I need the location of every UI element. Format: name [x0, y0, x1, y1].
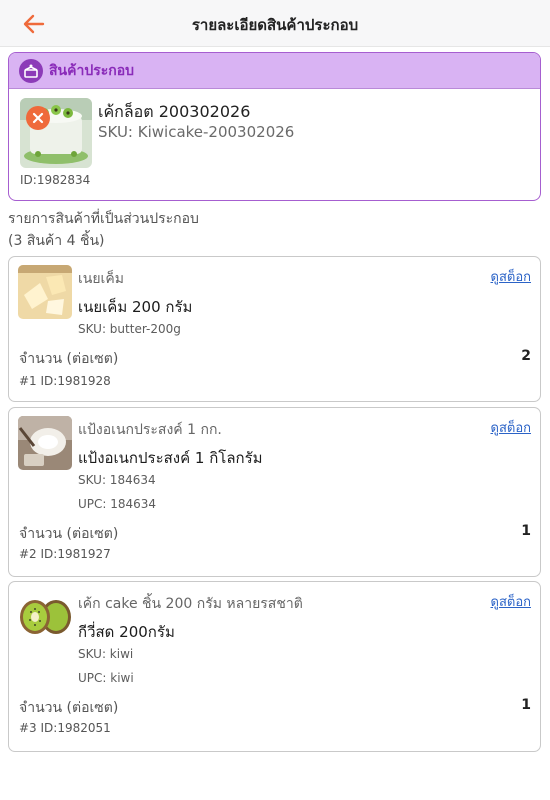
components-count: (3 สินค้า 4 ชิ้น) [8, 233, 105, 249]
bundle-box-icon [19, 58, 43, 83]
components-section-title: รายการสินค้าที่เป็นส่วนประกอบ (3 สินค้า … [8, 208, 199, 252]
quantity-value: 1 [521, 523, 531, 539]
component-image [18, 265, 72, 319]
bundle-header: สินค้าประกอบ [9, 53, 540, 89]
component-name: กีวี่สด 200กรัม [78, 623, 175, 641]
component-card[interactable]: เนยเค็ม เนยเค็ม 200 กรัม SKU: butter-200… [8, 256, 541, 402]
components-title-line: รายการสินค้าที่เป็นส่วนประกอบ [8, 211, 199, 227]
bundle-product-name: เค้กล็อต 200302026 [98, 102, 251, 121]
component-sku: SKU: kiwi [78, 647, 134, 661]
component-card[interactable]: เค้ก cake ชิ้น 200 กรัม หลายรสชาติ กีวี่… [8, 581, 541, 752]
quantity-label: จำนวน (ต่อเซต) [19, 526, 119, 542]
component-group-name: เนยเค็ม [78, 271, 124, 287]
component-upc: UPC: kiwi [78, 671, 134, 685]
bundle-product-sku: SKU: Kiwicake-200302026 [98, 123, 295, 141]
bundle-product-id: ID:1982834 [20, 173, 91, 187]
bundle-product-card: สินค้าประกอบ เค้กล็อต 200302026 SKU: Kiw… [8, 52, 541, 201]
component-name: แป้งอเนกประสงค์ 1 กิโลกรัม [78, 449, 263, 467]
bundle-header-label: สินค้าประกอบ [49, 62, 135, 79]
view-stock-link[interactable]: ดูสต็อก [491, 266, 532, 287]
component-upc: UPC: 184634 [78, 497, 157, 511]
component-id: #3 ID:1982051 [19, 721, 111, 735]
component-name: เนยเค็ม 200 กรัม [78, 298, 193, 316]
quantity-label: จำนวน (ต่อเซต) [19, 351, 119, 367]
top-bar: รายละเอียดสินค้าประกอบ [0, 0, 550, 47]
component-image [18, 416, 72, 470]
view-stock-link[interactable]: ดูสต็อก [491, 591, 532, 612]
component-id: #1 ID:1981928 [19, 374, 111, 388]
component-card[interactable]: แป้งอเนกประสงค์ 1 กก. แป้งอเนกประสงค์ 1 … [8, 407, 541, 577]
quantity-value: 2 [521, 348, 531, 364]
component-sku: SKU: 184634 [78, 473, 156, 487]
component-image [18, 590, 72, 644]
quantity-value: 1 [521, 697, 531, 713]
component-sku: SKU: butter-200g [78, 322, 181, 336]
view-stock-link[interactable]: ดูสต็อก [491, 417, 532, 438]
component-group-name: แป้งอเนกประสงค์ 1 กก. [78, 422, 222, 438]
quantity-label: จำนวน (ต่อเซต) [19, 700, 119, 716]
page-title: รายละเอียดสินค้าประกอบ [191, 16, 359, 34]
component-id: #2 ID:1981927 [19, 547, 111, 561]
bundle-type-badge-icon [26, 106, 50, 130]
component-group-name: เค้ก cake ชิ้น 200 กรัม หลายรสชาติ [78, 596, 303, 612]
